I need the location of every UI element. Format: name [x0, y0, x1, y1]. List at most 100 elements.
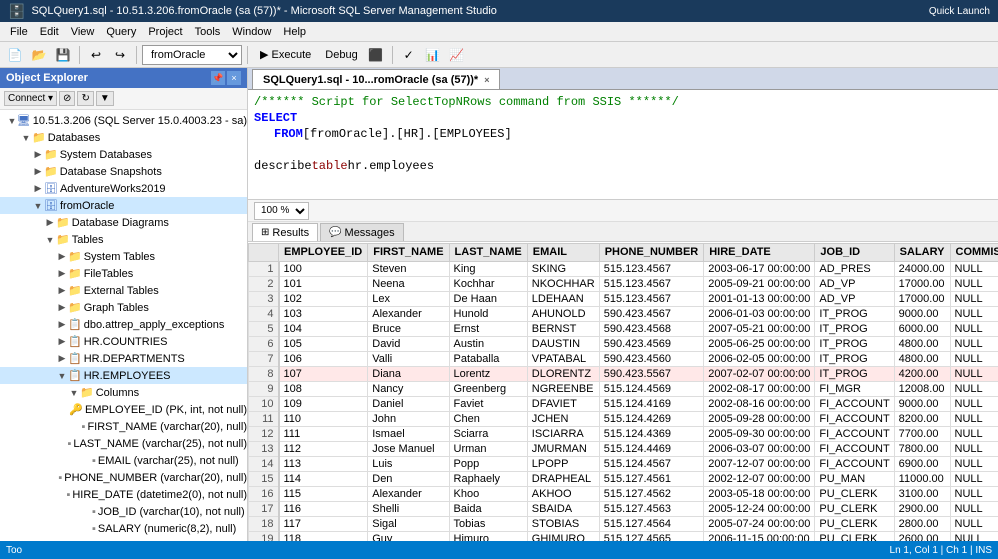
table-row[interactable]: 13112Jose ManuelUrmanJMURMAN515.124.4469…: [249, 441, 998, 456]
menu-file[interactable]: File: [4, 24, 34, 40]
tree-col-lname[interactable]: ▪ LAST_NAME (varchar(25), not null): [0, 435, 247, 452]
tree-ext-tables[interactable]: ▶ 📁 External Tables: [0, 282, 247, 299]
include-client-stats-btn[interactable]: 📈: [446, 44, 468, 66]
query-tab-close[interactable]: ×: [484, 75, 489, 85]
tree-columns[interactable]: ▼ 📁 Columns: [0, 384, 247, 401]
cancel-btn[interactable]: ⬛: [365, 44, 387, 66]
include-actual-plan-btn[interactable]: 📊: [422, 44, 444, 66]
th-hiredate[interactable]: HIRE_DATE: [704, 243, 815, 261]
table-row[interactable]: 18117SigalTobiasSTOBIAS515.127.45642005-…: [249, 516, 998, 531]
table-row[interactable]: 8107DianaLorentzDLORENTZ590.423.55672007…: [249, 366, 998, 381]
th-email[interactable]: EMAIL: [527, 243, 599, 261]
data-cell: Steven: [368, 261, 449, 276]
oe-connect-btn[interactable]: Connect ▾: [4, 91, 57, 106]
tree-db-diagrams[interactable]: ▶ 📁 Database Diagrams: [0, 214, 247, 231]
table-row[interactable]: 1100StevenKingSKING515.123.45672003-06-1…: [249, 261, 998, 276]
table-row[interactable]: 5104BruceErnstBERNST590.423.45682007-05-…: [249, 321, 998, 336]
th-commission[interactable]: COMMISSION_PCT: [950, 243, 998, 261]
tree-dbo-attrep[interactable]: ▶ 📋 dbo.attrep_apply_exceptions: [0, 316, 247, 333]
th-jobid[interactable]: JOB_ID: [815, 243, 894, 261]
th-lastname[interactable]: LAST_NAME: [449, 243, 527, 261]
data-cell: PU_CLERK: [815, 486, 894, 501]
menu-tools[interactable]: Tools: [189, 24, 227, 40]
menu-view[interactable]: View: [65, 24, 101, 40]
undo-btn[interactable]: ↩: [85, 44, 107, 66]
new-query-btn[interactable]: 📄: [4, 44, 26, 66]
menu-window[interactable]: Window: [226, 24, 277, 40]
tree-col-commis[interactable]: ▪ COMMISSION_PCT (numeric(2,2), null): [0, 537, 247, 541]
th-salary[interactable]: SALARY: [894, 243, 950, 261]
table-row[interactable]: 15114DenRaphaelyDRAPHEAL515.127.45612002…: [249, 471, 998, 486]
table-row[interactable]: 7106ValliPataballaVPATABAL590.423.456020…: [249, 351, 998, 366]
fname-col-icon: ▪: [82, 421, 86, 433]
data-grid-container[interactable]: EMPLOYEE_ID FIRST_NAME LAST_NAME EMAIL P…: [248, 242, 998, 541]
data-cell: DLORENTZ: [527, 366, 599, 381]
table-row[interactable]: 6105DavidAustinDAUSTIN590.423.45692005-0…: [249, 336, 998, 351]
data-cell: Hunold: [449, 306, 527, 321]
table-row[interactable]: 4103AlexanderHunoldAHUNOLD590.423.456720…: [249, 306, 998, 321]
results-tab-messages[interactable]: 💬 Messages: [320, 223, 404, 241]
tree-file-tables[interactable]: ▶ 📁 FileTables: [0, 265, 247, 282]
tree-col-phone[interactable]: ▪ PHONE_NUMBER (varchar(20), null): [0, 469, 247, 486]
oe-pin-btn[interactable]: 📌: [211, 71, 225, 85]
tree-col-jobid[interactable]: ▪ JOB_ID (varchar(10), not null): [0, 503, 247, 520]
table-row[interactable]: 16115AlexanderKhooAKHOO515.127.45622003-…: [249, 486, 998, 501]
th-empid[interactable]: EMPLOYEE_ID: [279, 243, 368, 261]
tree-col-email[interactable]: ▪ EMAIL (varchar(25), not null): [0, 452, 247, 469]
oe-refresh-btn[interactable]: ↻: [77, 91, 93, 106]
menu-query[interactable]: Query: [100, 24, 142, 40]
tree-col-fname[interactable]: ▪ FIRST_NAME (varchar(20), null): [0, 418, 247, 435]
table-row[interactable]: 12111IsmaelSciarraISCIARRA515.124.436920…: [249, 426, 998, 441]
tree-sys-tables[interactable]: ▶ 📁 System Tables: [0, 248, 247, 265]
tree-databases[interactable]: ▼ 📁 Databases: [0, 129, 247, 146]
table-row[interactable]: 3102LexDe HaanLDEHAAN515.123.45672001-01…: [249, 291, 998, 306]
table-row[interactable]: 2101NeenaKochharNKOCHHAR515.123.45672005…: [249, 276, 998, 291]
results-tab-results[interactable]: ⊞ Results: [252, 223, 318, 241]
table-row[interactable]: 17116ShelliBaidaSBAIDA515.127.45632005-1…: [249, 501, 998, 516]
th-phone[interactable]: PHONE_NUMBER: [599, 243, 704, 261]
oe-close-btn[interactable]: ×: [227, 71, 241, 85]
email-col-icon: ▪: [92, 455, 96, 467]
tree-hr-countries[interactable]: ▶ 📋 HR.COUNTRIES: [0, 333, 247, 350]
tree-col-hiredate[interactable]: ▪ HIRE_DATE (datetime2(0), not null): [0, 486, 247, 503]
data-cell: NULL: [950, 471, 998, 486]
tree-hr-employees[interactable]: ▼ 📋 HR.EMPLOYEES: [0, 367, 247, 384]
oe-filter-btn[interactable]: ▼: [96, 91, 114, 106]
tree-graph-tables[interactable]: ▶ 📁 Graph Tables: [0, 299, 247, 316]
parse-btn[interactable]: ✓: [398, 44, 420, 66]
debug-btn[interactable]: Debug: [320, 44, 362, 66]
th-firstname[interactable]: FIRST_NAME: [368, 243, 449, 261]
data-cell: NULL: [950, 351, 998, 366]
db-dropdown[interactable]: fromOracle: [142, 45, 242, 65]
tree-fromoracle[interactable]: ▼ 🗄 fromOracle: [0, 197, 247, 214]
hiredate-label: HIRE_DATE (datetime2(0), not null): [72, 489, 247, 501]
zoom-select[interactable]: 100 % 75 % 50 % 150 %: [254, 202, 309, 220]
query-tab[interactable]: SQLQuery1.sql - 10...romOracle (sa (57))…: [252, 69, 500, 89]
tree-col-empid[interactable]: 🔑 EMPLOYEE_ID (PK, int, not null): [0, 401, 247, 418]
query-editor[interactable]: /****** Script for SelectTopNRows comman…: [248, 90, 998, 200]
row-num-cell: 12: [249, 426, 279, 441]
quick-launch[interactable]: Quick Launch: [929, 6, 990, 17]
menu-project[interactable]: Project: [142, 24, 188, 40]
data-cell: 101: [279, 276, 368, 291]
open-btn[interactable]: 📂: [28, 44, 50, 66]
table-row[interactable]: 10109DanielFavietDFAVIET515.124.41692002…: [249, 396, 998, 411]
execute-btn[interactable]: ▶ Execute: [253, 44, 318, 66]
table-row[interactable]: 19118GuyHimuroGHIMURO515.127.45652006-11…: [249, 531, 998, 541]
tree-col-salary[interactable]: ▪ SALARY (numeric(8,2), null): [0, 520, 247, 537]
table-row[interactable]: 9108NancyGreenbergNGREENBE515.124.456920…: [249, 381, 998, 396]
tree-db-snapshots[interactable]: ▶ 📁 Database Snapshots: [0, 163, 247, 180]
tree-tables[interactable]: ▼ 📁 Tables: [0, 231, 247, 248]
save-btn[interactable]: 💾: [52, 44, 74, 66]
tree-system-dbs[interactable]: ▶ 📁 System Databases: [0, 146, 247, 163]
tree-server[interactable]: ▼ 🖥 10.51.3.206 (SQL Server 15.0.4003.23…: [0, 112, 247, 129]
redo-btn[interactable]: ↪: [109, 44, 131, 66]
tree-hr-departments[interactable]: ▶ 📋 HR.DEPARTMENTS: [0, 350, 247, 367]
data-cell: John: [368, 411, 449, 426]
menu-edit[interactable]: Edit: [34, 24, 65, 40]
table-row[interactable]: 11110JohnChenJCHEN515.124.42692005-09-28…: [249, 411, 998, 426]
tree-adventureworks[interactable]: ▶ 🗄 AdventureWorks2019: [0, 180, 247, 197]
menu-help[interactable]: Help: [277, 24, 312, 40]
oe-disconnect-btn[interactable]: ⊘: [59, 91, 75, 106]
table-row[interactable]: 14113LuisPoppLPOPP515.124.45672007-12-07…: [249, 456, 998, 471]
